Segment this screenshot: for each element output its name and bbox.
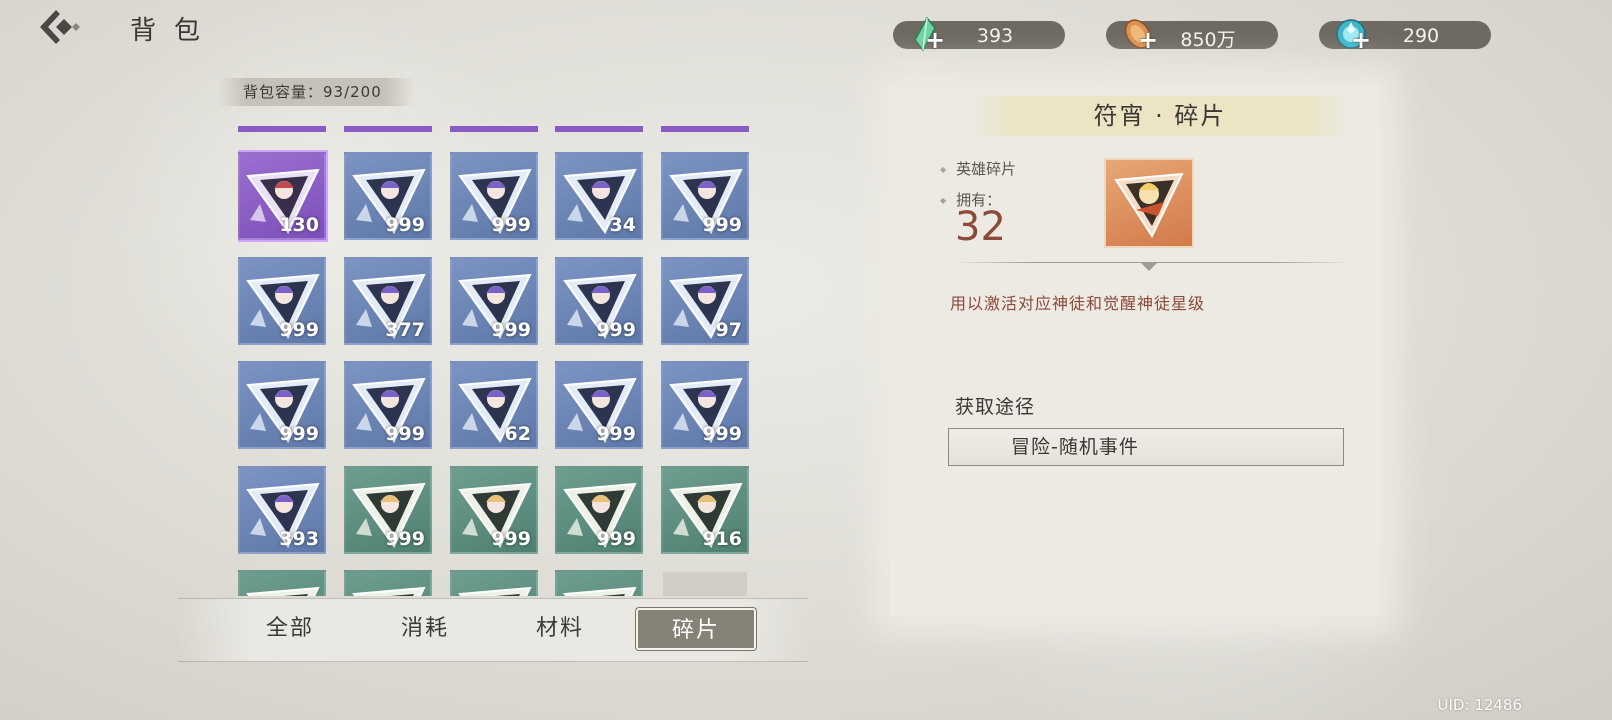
- item-count: 916: [702, 528, 742, 550]
- fragment-item-slot[interactable]: 34: [555, 152, 643, 240]
- fragment-item-slot[interactable]: 999: [238, 361, 326, 449]
- item-count: 999: [596, 319, 636, 341]
- fragment-item-slot[interactable]: 130: [238, 152, 326, 240]
- item-title: 符宵 · 碎片: [970, 96, 1350, 136]
- owned-count: 32: [955, 204, 1006, 250]
- fragment-item-slot[interactable]: 999: [661, 361, 749, 449]
- fragment-item-slot[interactable]: 999: [450, 466, 538, 554]
- item-count: 97: [715, 319, 742, 341]
- hero-fragment-icon: [1114, 172, 1184, 239]
- item-description: 用以激活对应神徒和觉醒神徒星级: [950, 294, 1206, 313]
- fragment-item-slot[interactable]: [344, 570, 432, 596]
- currency-crystal[interactable]: + 393: [893, 16, 1065, 52]
- item-count: 999: [491, 528, 531, 550]
- source-adventure-random-event-button[interactable]: 冒险-随机事件: [948, 428, 1344, 466]
- item-count: 393: [279, 528, 319, 550]
- tab-materials[interactable]: 材料: [500, 608, 620, 650]
- fragment-item-slot[interactable]: 377: [344, 257, 432, 345]
- item-count: 999: [596, 528, 636, 550]
- currency-value: 850万: [1180, 29, 1236, 51]
- item-count: 999: [702, 214, 742, 236]
- item-count: 377: [385, 319, 425, 341]
- hero-fragment-icon: [246, 586, 320, 596]
- currency-value: 393: [976, 25, 1014, 47]
- plus-icon[interactable]: +: [925, 28, 945, 52]
- fragment-item-slot[interactable]: 999: [555, 361, 643, 449]
- category-tabs: 全部 消耗 材料 碎片: [178, 598, 808, 662]
- source-heading: 获取途径: [955, 396, 1036, 418]
- item-count: 999: [491, 319, 531, 341]
- item-grid[interactable]: 130 999 999 34 999 999 377 999 999 97 999 999 62 999 9…: [238, 126, 758, 596]
- fragment-item-slot[interactable]: 999: [344, 466, 432, 554]
- item-count: 999: [279, 319, 319, 341]
- fragment-item-slot[interactable]: [555, 570, 643, 596]
- fragment-item-slot[interactable]: 999: [344, 152, 432, 240]
- plus-icon[interactable]: +: [1351, 28, 1371, 52]
- fragment-item-slot[interactable]: [450, 570, 538, 596]
- fragment-item-slot[interactable]: 999: [450, 152, 538, 240]
- hero-fragment-icon: [352, 586, 426, 596]
- fragment-item-slot[interactable]: 999: [344, 361, 432, 449]
- grid-row-edge: [344, 126, 432, 132]
- back-arrow-icon: [40, 10, 80, 44]
- tab-fragments[interactable]: 碎片: [636, 608, 756, 650]
- fragment-item-slot[interactable]: [238, 570, 326, 596]
- fragment-item-slot[interactable]: 916: [661, 466, 749, 554]
- back-button[interactable]: [34, 6, 84, 48]
- item-count: 999: [702, 423, 742, 445]
- item-count: 999: [385, 423, 425, 445]
- tab-all[interactable]: 全部: [230, 608, 350, 650]
- hero-fragment-icon: [563, 586, 637, 596]
- item-count: 999: [385, 528, 425, 550]
- uid-label: UID: 12486: [1437, 696, 1523, 714]
- currency-value: 290: [1402, 25, 1440, 47]
- item-count: 999: [385, 214, 425, 236]
- fragment-item-slot[interactable]: 97: [661, 257, 749, 345]
- fragment-item-slot[interactable]: 999: [555, 466, 643, 554]
- tab-consumables[interactable]: 消耗: [365, 608, 485, 650]
- item-type: 英雄碎片: [940, 158, 1016, 179]
- item-count: 34: [609, 214, 636, 236]
- bag-capacity: 背包容量：93/200: [218, 78, 414, 106]
- fragment-item-slot[interactable]: 999: [450, 257, 538, 345]
- hero-fragment-icon: [458, 586, 532, 596]
- fragment-item-slot[interactable]: 999: [555, 257, 643, 345]
- grid-row-edge: [450, 126, 538, 132]
- item-count: 62: [504, 423, 531, 445]
- fragment-item-slot[interactable]: 62: [450, 361, 538, 449]
- grid-row-edge: [555, 126, 643, 132]
- fragment-item-slot[interactable]: 999: [238, 257, 326, 345]
- item-count: 130: [279, 214, 319, 236]
- grid-row-edge: [661, 126, 749, 132]
- item-count: 999: [279, 423, 319, 445]
- currency-coin[interactable]: + 850万: [1106, 19, 1278, 52]
- fragment-item-slot[interactable]: 999: [661, 152, 749, 240]
- plus-icon[interactable]: +: [1138, 28, 1158, 52]
- item-portrait: [1104, 158, 1194, 248]
- item-count: 999: [596, 423, 636, 445]
- grid-row-edge: [238, 126, 326, 132]
- currency-gem[interactable]: + 290: [1319, 19, 1491, 52]
- fragment-item-slot: [661, 570, 749, 596]
- item-count: 999: [491, 214, 531, 236]
- fragment-item-slot[interactable]: 393: [238, 466, 326, 554]
- divider-notch: [1140, 262, 1158, 271]
- page-title: 背包: [130, 16, 219, 46]
